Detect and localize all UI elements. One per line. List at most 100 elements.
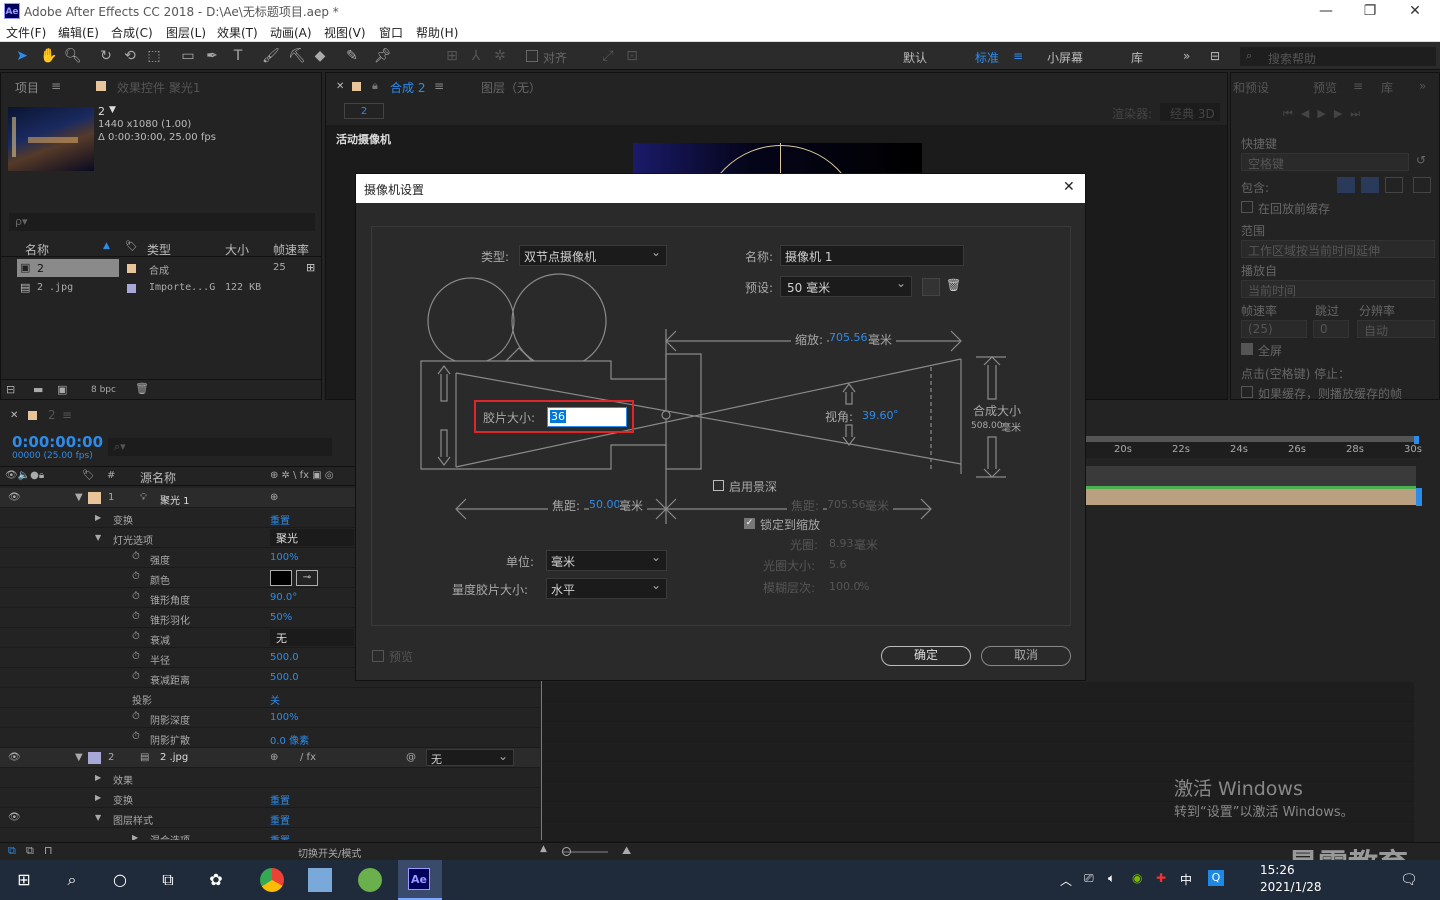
keyframe-marker[interactable]: I [540, 766, 543, 777]
col-source-name[interactable]: 源名称 [140, 469, 176, 486]
snap-option-icon[interactable]: ⤢ [600, 48, 616, 64]
snap-checkbox[interactable] [526, 50, 538, 62]
property-value[interactable]: 90.0° [270, 592, 297, 603]
taskbar-ae-active[interactable]: Ae [398, 860, 442, 900]
toggle-modes-label[interactable]: 切换开关/模式 [298, 845, 361, 860]
bit-depth[interactable]: 8 bpc [91, 385, 116, 395]
work-area-end-handle[interactable] [1414, 436, 1419, 444]
property-value[interactable]: 500.0 [270, 672, 299, 683]
workspace-menu-icon[interactable]: ≡ [1013, 49, 1023, 63]
panel-overflow-icon[interactable]: » [1419, 79, 1426, 93]
help-search-box[interactable]: ⌕ 搜索帮助 [1240, 47, 1436, 66]
workspace-library[interactable]: 库 [1131, 49, 1143, 66]
app-book-icon[interactable] [308, 868, 332, 892]
property-value[interactable]: 关 [270, 692, 280, 707]
stopwatch-icon[interactable]: ⏱︎ [132, 711, 140, 722]
lock-zoom-checkbox[interactable]: ✓ [744, 518, 755, 529]
restore-button[interactable]: ❐ [1360, 2, 1380, 20]
expand-chevron-icon[interactable]: ▼ [75, 492, 83, 503]
toggle-transfer-icon[interactable]: ⊓ [44, 844, 53, 857]
menu-layer[interactable]: 图层(L) [166, 24, 206, 41]
menu-effect[interactable]: 效果(T) [217, 24, 258, 41]
col-size[interactable]: 大小 [225, 241, 249, 258]
range-select[interactable]: 工作区域按当前时间延伸 [1241, 240, 1435, 258]
visibility-eye-icon[interactable]: 👁︎ [8, 752, 21, 763]
dof-checkbox[interactable] [713, 480, 724, 491]
tray-qq-icon[interactable]: Q [1208, 870, 1224, 886]
layer-row[interactable]: 👁︎ ▼ 2 ▤ 2 .jpg ⊕ / fx @ 无 [0, 748, 540, 768]
ime-indicator[interactable]: 中 [1180, 871, 1192, 888]
stopwatch-icon[interactable]: ⏱︎ [132, 591, 140, 602]
expand-chevron-icon[interactable]: ▶ [132, 833, 138, 840]
property-row[interactable]: 投影 关 [0, 688, 540, 708]
fx-switch-icon[interactable]: / fx [300, 752, 316, 763]
close-button[interactable]: ✕ [1405, 2, 1425, 20]
comp-subtab[interactable]: 2 [344, 103, 384, 119]
task-view-icon[interactable]: ⧉ [156, 868, 180, 892]
notification-icon[interactable]: 🗨︎ [1400, 872, 1418, 888]
layer-name[interactable]: 聚光 1 [160, 492, 190, 507]
tab-project[interactable]: 项目 [15, 79, 39, 96]
type-tool-icon[interactable]: T [230, 48, 246, 64]
snap-edge-icon[interactable]: ⊡ [624, 48, 640, 64]
property-row[interactable]: ⏱︎ 阴影深度 100% [0, 708, 540, 728]
property-value[interactable]: 100% [270, 712, 299, 723]
dialog-close-icon[interactable]: ✕ [1063, 179, 1075, 195]
stopwatch-icon[interactable]: ⏱︎ [132, 631, 140, 642]
col-type[interactable]: 类型 [147, 241, 171, 258]
workspace-edit-icon[interactable]: ⊟ [1210, 49, 1220, 63]
tab-preview-menu-icon[interactable]: ≡ [1353, 79, 1363, 93]
delete-icon[interactable]: 🗑︎ [135, 382, 149, 395]
lock-icon[interactable]: 🔒︎ [372, 79, 378, 93]
expand-chevron-icon[interactable]: ▼ [75, 752, 83, 763]
search-icon[interactable]: ⌕ [60, 868, 84, 892]
include-video-icon[interactable] [1337, 177, 1355, 193]
focal-length-value[interactable]: 50.00 [589, 498, 621, 511]
timeline-tab[interactable]: 2 [48, 408, 56, 422]
stopwatch-icon[interactable]: ⏱︎ [132, 651, 140, 662]
menu-edit[interactable]: 编辑(E) [58, 24, 99, 41]
units-select[interactable]: 毫米 [546, 550, 667, 571]
col-fps[interactable]: 帧速率 [273, 241, 309, 258]
stopwatch-icon[interactable]: ⏱︎ [132, 671, 140, 682]
rotate-tool-icon[interactable]: ↻ [98, 48, 114, 64]
selection-tool-icon[interactable]: ➤ [14, 48, 30, 64]
puppet-pin-icon[interactable]: 📌︎ [374, 48, 392, 64]
expand-chevron-icon[interactable]: ▶ [95, 513, 101, 522]
label-column-icon[interactable]: 🏷︎ [82, 470, 95, 481]
keyframe-marker[interactable]: I [540, 806, 543, 817]
tray-volume-icon[interactable]: 🔈︎ [1108, 871, 1115, 886]
expand-chevron-icon[interactable]: ▼ [95, 533, 101, 542]
clock-date[interactable]: 2021/1/28 [1260, 880, 1322, 894]
keyframe-marker[interactable]: I [540, 726, 543, 737]
menu-help[interactable]: 帮助(H) [416, 24, 458, 41]
parent-pickwhip-icon[interactable]: @ [406, 752, 416, 763]
zoom-tool-icon[interactable]: 🔍︎ [64, 48, 82, 64]
property-value[interactable]: 50% [270, 612, 292, 623]
time-ruler[interactable]: 20s 22s 24s 26s 28s 30s [1086, 436, 1422, 458]
cache-checkbox[interactable] [1241, 201, 1253, 213]
property-value[interactable]: 重置 [270, 832, 290, 840]
shy-switch-icon[interactable]: ⊕ [270, 752, 278, 763]
resolution-select[interactable]: 自动 [1357, 320, 1435, 338]
expand-chevron-icon[interactable]: ▼ [95, 813, 101, 822]
av-switches-icon[interactable]: 👁︎🔈●🔒︎ [5, 470, 44, 481]
shy-switch-icon[interactable]: ⊕ [270, 492, 278, 503]
cancel-button[interactable]: 取消 [981, 646, 1071, 666]
stopwatch-icon[interactable]: ⏱︎ [132, 551, 140, 562]
layer-name[interactable]: 2 .jpg [160, 752, 188, 763]
eraser-tool-icon[interactable]: ◆ [312, 48, 328, 64]
cache-stop-checkbox[interactable] [1241, 386, 1253, 398]
property-row[interactable]: ▶ 变换 重置 [0, 788, 540, 808]
property-select[interactable]: 聚光 [270, 529, 354, 546]
project-row-jpg[interactable]: ▤ 2 .jpg Importe...G 122 KB [1, 279, 321, 298]
clock-time[interactable]: 15:26 [1260, 863, 1295, 877]
expand-chevron-icon[interactable]: ▶ [95, 793, 101, 802]
playback-controls[interactable]: ⏮◀▶▶⏭ [1283, 107, 1368, 121]
menu-composition[interactable]: 合成(C) [111, 24, 153, 41]
workspace-overflow-icon[interactable]: » [1183, 49, 1190, 63]
workspace-default[interactable]: 默认 [903, 49, 927, 66]
app-pinwheel-icon[interactable]: ✿ [204, 868, 228, 892]
tab-effect-controls[interactable]: 效果控件 聚光1 [117, 79, 200, 96]
timecode[interactable]: 0:00:00:00 [12, 433, 103, 451]
